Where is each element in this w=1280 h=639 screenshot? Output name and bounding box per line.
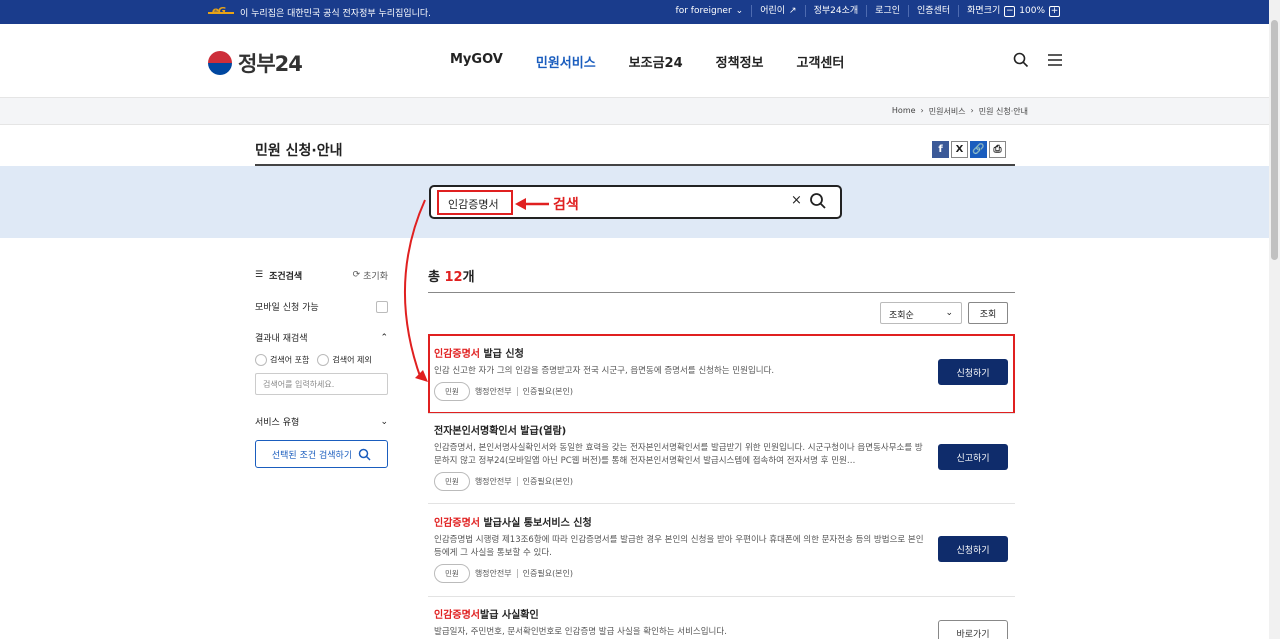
service-type-label: 서비스 유형 — [255, 418, 300, 428]
crumb-home[interactable]: Home — [892, 106, 916, 117]
chevron-down-icon: ⌄ — [945, 308, 953, 318]
search-annotation: 검색 — [515, 194, 579, 214]
result-total: 총 12개 — [428, 270, 475, 285]
share-tools: f X 🔗 ⎙ — [932, 141, 1006, 158]
org-label: 행정안전부 — [474, 477, 512, 486]
refine-title: 결과내 재검색 — [255, 334, 308, 344]
crumb-civil[interactable]: 민원서비스 — [929, 106, 966, 117]
zoom-in-button[interactable]: + — [1049, 5, 1060, 17]
type-badge: 민원 — [434, 472, 470, 491]
result-divider — [428, 292, 1015, 293]
official-notice: 이 누리집은 대한민국 공식 전자정부 누리집입니다. — [240, 9, 432, 19]
auth-label: 인증필요(본인) — [522, 569, 574, 578]
nav-policy[interactable]: 정책정보 — [716, 52, 764, 71]
breadcrumb: Home › 민원서비스 › 민원 신청·안내 — [891, 106, 1028, 117]
apply-button[interactable]: 신청하기 — [938, 536, 1008, 562]
breadcrumb-bar: Home › 민원서비스 › 민원 신청·안내 — [0, 98, 1269, 125]
egov-logo: eG — [208, 6, 234, 18]
search-submit-icon[interactable] — [809, 192, 827, 210]
kids-link[interactable]: 어린이 ↗ — [751, 5, 804, 17]
result-item: 인감증명서발급 사실확인 발급일자, 주민번호, 문서확인번호로 인감증명 발급… — [434, 606, 1015, 639]
filter-icon: ☰ — [255, 270, 264, 280]
highlight-box — [428, 334, 1015, 414]
sort-select[interactable]: 조회순 ⌄ — [880, 302, 962, 324]
result-item: 인감증명서 발급사실 통보서비스 신청 인감증명법 시행령 제13조6항에 따라… — [434, 514, 1015, 583]
result-desc: 인감증명서, 본인서명사실확인서와 동일한 효력을 갖는 전자본인서명확인서를 … — [434, 443, 923, 466]
report-button[interactable]: 신고하기 — [938, 444, 1008, 470]
result-desc: 발급일자, 주민번호, 문서확인번호로 인감증명 발급 사실을 확인하는 서비스… — [434, 627, 727, 637]
type-badge: 민원 — [434, 564, 470, 583]
login-link[interactable]: 로그인 — [866, 5, 908, 17]
clear-icon[interactable]: × — [791, 193, 802, 208]
zoom-control: 화면크기 − 100% + — [958, 5, 1068, 17]
top-banner: eG 이 누리집은 대한민국 공식 전자정부 누리집입니다. for forei… — [0, 0, 1269, 24]
facebook-icon[interactable]: f — [932, 141, 949, 158]
foreigner-link[interactable]: for foreigner ⌄ — [668, 5, 752, 17]
gov24-logo[interactable]: 정부24 — [208, 48, 303, 78]
include-radio[interactable]: 검색어 포함 — [255, 354, 309, 366]
main-nav: MyGOV 민원서비스 보조금24 정책정보 고객센터 — [450, 52, 844, 71]
scrollbar[interactable] — [1269, 0, 1280, 639]
item-divider — [428, 503, 1015, 504]
result-item: 전자본인서명확인서 발급(열람) 인감증명서, 본인서명사실확인서와 동일한 효… — [434, 422, 1015, 491]
taegeuk-icon — [208, 51, 232, 75]
filter-sidebar: ☰ 조건검색 ⟳ 초기화 모바일 신청 가능 결과내 재검색 ⌃ 검색어 포함 검색… — [255, 266, 388, 468]
zoom-out-button[interactable]: − — [1004, 5, 1016, 17]
auth-label: 인증필요(본인) — [522, 477, 574, 486]
x-icon[interactable]: X — [951, 141, 968, 158]
mobile-checkbox[interactable] — [376, 300, 388, 313]
mobile-filter-label: 모바일 신청 가능 — [255, 303, 319, 313]
arrow-left-icon — [515, 198, 549, 210]
chevron-down-icon[interactable]: ⌄ — [380, 417, 388, 427]
exclude-radio[interactable]: 검색어 제외 — [317, 354, 372, 366]
cert-center-link[interactable]: 인증센터 — [908, 5, 958, 17]
nav-subsidy[interactable]: 보조금24 — [629, 52, 683, 71]
search-input[interactable]: 인감증명서 — [437, 190, 513, 215]
search-icon — [358, 448, 371, 461]
result-title[interactable]: 인감증명서 발급사실 통보서비스 신청 — [434, 514, 1015, 529]
result-title[interactable]: 인감증명서발급 사실확인 — [434, 606, 1015, 621]
chevron-up-icon[interactable]: ⌃ — [380, 333, 388, 343]
apply-filter-button[interactable]: 선택된 조건 검색하기 — [255, 440, 388, 468]
page-title: 민원 신청·안내 — [255, 143, 343, 159]
print-icon[interactable]: ⎙ — [989, 141, 1006, 158]
item-divider — [428, 413, 1015, 414]
site-header: 정부24 MyGOV 민원서비스 보조금24 정책정보 고객센터 — [0, 24, 1269, 98]
item-divider — [428, 596, 1015, 597]
nav-mygov[interactable]: MyGOV — [450, 52, 503, 71]
reset-button[interactable]: ⟳ 초기화 — [353, 269, 388, 282]
crumb-current: 민원 신청·안내 — [978, 107, 1028, 116]
refine-input[interactable]: 검색어를 입력하세요. — [255, 373, 388, 395]
result-title[interactable]: 전자본인서명확인서 발급(열람) — [434, 422, 1015, 437]
nav-support[interactable]: 고객센터 — [797, 52, 845, 71]
refresh-icon: ⟳ — [352, 270, 361, 280]
chevron-down-icon: ⌄ — [735, 6, 744, 16]
external-link-icon: ↗ — [789, 6, 797, 16]
go-button[interactable]: 바로가기 — [938, 620, 1008, 639]
menu-icon[interactable] — [1047, 52, 1063, 68]
org-label: 행정안전부 — [474, 569, 512, 578]
about-link[interactable]: 정부24소개 — [804, 5, 867, 17]
scrollbar-thumb[interactable] — [1271, 20, 1278, 260]
search-icon[interactable] — [1013, 52, 1029, 68]
zoom-value: 100% — [1019, 6, 1045, 16]
link-icon[interactable]: 🔗 — [970, 141, 987, 158]
search-box: 인감증명서 × — [429, 185, 842, 219]
nav-civil-service[interactable]: 민원서비스 — [536, 52, 596, 71]
sort-button[interactable]: 조회 — [968, 302, 1008, 324]
result-desc: 인감증명법 시행령 제13조6항에 따라 인감증명서를 발급한 경우 본인의 신… — [434, 535, 924, 558]
